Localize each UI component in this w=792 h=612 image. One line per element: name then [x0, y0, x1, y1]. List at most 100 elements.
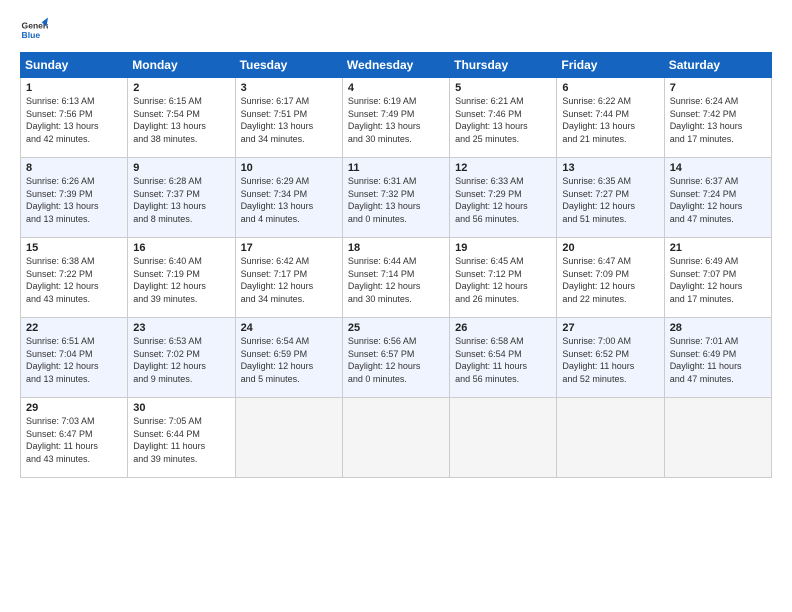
day-number: 22 — [26, 322, 122, 334]
calendar-cell: 27Sunrise: 7:00 AM Sunset: 6:52 PM Dayli… — [557, 318, 664, 398]
day-number: 10 — [241, 162, 337, 174]
day-number: 16 — [133, 242, 229, 254]
day-number: 29 — [26, 402, 122, 414]
day-info: Sunrise: 6:21 AM Sunset: 7:46 PM Dayligh… — [455, 95, 551, 145]
day-number: 24 — [241, 322, 337, 334]
day-number: 26 — [455, 322, 551, 334]
day-number: 3 — [241, 82, 337, 94]
day-info: Sunrise: 6:49 AM Sunset: 7:07 PM Dayligh… — [670, 255, 766, 305]
day-number: 25 — [348, 322, 444, 334]
calendar-cell: 28Sunrise: 7:01 AM Sunset: 6:49 PM Dayli… — [664, 318, 771, 398]
calendar-cell: 14Sunrise: 6:37 AM Sunset: 7:24 PM Dayli… — [664, 158, 771, 238]
calendar-cell — [342, 398, 449, 478]
logo: General Blue — [20, 16, 48, 44]
day-info: Sunrise: 6:29 AM Sunset: 7:34 PM Dayligh… — [241, 175, 337, 225]
day-info: Sunrise: 6:56 AM Sunset: 6:57 PM Dayligh… — [348, 335, 444, 385]
day-number: 14 — [670, 162, 766, 174]
page: General Blue SundayMondayTuesdayWednesda… — [0, 0, 792, 488]
day-number: 2 — [133, 82, 229, 94]
weekday-saturday: Saturday — [664, 53, 771, 78]
calendar-cell: 6Sunrise: 6:22 AM Sunset: 7:44 PM Daylig… — [557, 78, 664, 158]
calendar-cell: 4Sunrise: 6:19 AM Sunset: 7:49 PM Daylig… — [342, 78, 449, 158]
calendar-cell: 24Sunrise: 6:54 AM Sunset: 6:59 PM Dayli… — [235, 318, 342, 398]
day-number: 9 — [133, 162, 229, 174]
day-info: Sunrise: 6:15 AM Sunset: 7:54 PM Dayligh… — [133, 95, 229, 145]
day-info: Sunrise: 6:17 AM Sunset: 7:51 PM Dayligh… — [241, 95, 337, 145]
day-info: Sunrise: 6:58 AM Sunset: 6:54 PM Dayligh… — [455, 335, 551, 385]
day-info: Sunrise: 6:47 AM Sunset: 7:09 PM Dayligh… — [562, 255, 658, 305]
day-info: Sunrise: 6:45 AM Sunset: 7:12 PM Dayligh… — [455, 255, 551, 305]
day-number: 8 — [26, 162, 122, 174]
day-info: Sunrise: 7:01 AM Sunset: 6:49 PM Dayligh… — [670, 335, 766, 385]
day-number: 17 — [241, 242, 337, 254]
day-info: Sunrise: 6:22 AM Sunset: 7:44 PM Dayligh… — [562, 95, 658, 145]
calendar-cell: 25Sunrise: 6:56 AM Sunset: 6:57 PM Dayli… — [342, 318, 449, 398]
weekday-tuesday: Tuesday — [235, 53, 342, 78]
day-info: Sunrise: 7:03 AM Sunset: 6:47 PM Dayligh… — [26, 415, 122, 465]
day-number: 19 — [455, 242, 551, 254]
day-number: 7 — [670, 82, 766, 94]
day-info: Sunrise: 6:13 AM Sunset: 7:56 PM Dayligh… — [26, 95, 122, 145]
header: General Blue — [20, 16, 772, 44]
day-info: Sunrise: 6:51 AM Sunset: 7:04 PM Dayligh… — [26, 335, 122, 385]
day-number: 15 — [26, 242, 122, 254]
calendar-cell: 22Sunrise: 6:51 AM Sunset: 7:04 PM Dayli… — [21, 318, 128, 398]
day-number: 30 — [133, 402, 229, 414]
day-info: Sunrise: 6:31 AM Sunset: 7:32 PM Dayligh… — [348, 175, 444, 225]
calendar-cell: 21Sunrise: 6:49 AM Sunset: 7:07 PM Dayli… — [664, 238, 771, 318]
calendar-cell: 17Sunrise: 6:42 AM Sunset: 7:17 PM Dayli… — [235, 238, 342, 318]
day-number: 5 — [455, 82, 551, 94]
calendar-table: SundayMondayTuesdayWednesdayThursdayFrid… — [20, 52, 772, 478]
calendar-cell: 20Sunrise: 6:47 AM Sunset: 7:09 PM Dayli… — [557, 238, 664, 318]
calendar-cell: 8Sunrise: 6:26 AM Sunset: 7:39 PM Daylig… — [21, 158, 128, 238]
day-number: 1 — [26, 82, 122, 94]
calendar-cell: 23Sunrise: 6:53 AM Sunset: 7:02 PM Dayli… — [128, 318, 235, 398]
day-info: Sunrise: 7:05 AM Sunset: 6:44 PM Dayligh… — [133, 415, 229, 465]
calendar-week-3: 15Sunrise: 6:38 AM Sunset: 7:22 PM Dayli… — [21, 238, 772, 318]
calendar-cell: 18Sunrise: 6:44 AM Sunset: 7:14 PM Dayli… — [342, 238, 449, 318]
calendar-cell: 13Sunrise: 6:35 AM Sunset: 7:27 PM Dayli… — [557, 158, 664, 238]
calendar-cell: 15Sunrise: 6:38 AM Sunset: 7:22 PM Dayli… — [21, 238, 128, 318]
calendar-week-5: 29Sunrise: 7:03 AM Sunset: 6:47 PM Dayli… — [21, 398, 772, 478]
calendar-cell: 5Sunrise: 6:21 AM Sunset: 7:46 PM Daylig… — [450, 78, 557, 158]
calendar-week-1: 1Sunrise: 6:13 AM Sunset: 7:56 PM Daylig… — [21, 78, 772, 158]
day-number: 23 — [133, 322, 229, 334]
day-number: 21 — [670, 242, 766, 254]
day-number: 6 — [562, 82, 658, 94]
weekday-sunday: Sunday — [21, 53, 128, 78]
day-number: 11 — [348, 162, 444, 174]
svg-text:Blue: Blue — [22, 30, 41, 40]
calendar-cell: 9Sunrise: 6:28 AM Sunset: 7:37 PM Daylig… — [128, 158, 235, 238]
calendar-cell — [664, 398, 771, 478]
day-info: Sunrise: 6:40 AM Sunset: 7:19 PM Dayligh… — [133, 255, 229, 305]
calendar-cell: 11Sunrise: 6:31 AM Sunset: 7:32 PM Dayli… — [342, 158, 449, 238]
calendar-week-4: 22Sunrise: 6:51 AM Sunset: 7:04 PM Dayli… — [21, 318, 772, 398]
weekday-header-row: SundayMondayTuesdayWednesdayThursdayFrid… — [21, 53, 772, 78]
weekday-thursday: Thursday — [450, 53, 557, 78]
logo-icon: General Blue — [20, 16, 48, 44]
day-info: Sunrise: 6:42 AM Sunset: 7:17 PM Dayligh… — [241, 255, 337, 305]
day-info: Sunrise: 6:38 AM Sunset: 7:22 PM Dayligh… — [26, 255, 122, 305]
day-number: 12 — [455, 162, 551, 174]
day-number: 20 — [562, 242, 658, 254]
weekday-monday: Monday — [128, 53, 235, 78]
calendar-cell: 12Sunrise: 6:33 AM Sunset: 7:29 PM Dayli… — [450, 158, 557, 238]
calendar-week-2: 8Sunrise: 6:26 AM Sunset: 7:39 PM Daylig… — [21, 158, 772, 238]
weekday-wednesday: Wednesday — [342, 53, 449, 78]
day-info: Sunrise: 6:33 AM Sunset: 7:29 PM Dayligh… — [455, 175, 551, 225]
calendar-cell: 10Sunrise: 6:29 AM Sunset: 7:34 PM Dayli… — [235, 158, 342, 238]
day-number: 4 — [348, 82, 444, 94]
calendar-cell: 2Sunrise: 6:15 AM Sunset: 7:54 PM Daylig… — [128, 78, 235, 158]
calendar-cell — [557, 398, 664, 478]
calendar-cell: 29Sunrise: 7:03 AM Sunset: 6:47 PM Dayli… — [21, 398, 128, 478]
calendar-cell: 3Sunrise: 6:17 AM Sunset: 7:51 PM Daylig… — [235, 78, 342, 158]
calendar-cell: 30Sunrise: 7:05 AM Sunset: 6:44 PM Dayli… — [128, 398, 235, 478]
calendar-cell: 1Sunrise: 6:13 AM Sunset: 7:56 PM Daylig… — [21, 78, 128, 158]
day-number: 13 — [562, 162, 658, 174]
weekday-friday: Friday — [557, 53, 664, 78]
day-info: Sunrise: 6:26 AM Sunset: 7:39 PM Dayligh… — [26, 175, 122, 225]
calendar-cell: 19Sunrise: 6:45 AM Sunset: 7:12 PM Dayli… — [450, 238, 557, 318]
day-info: Sunrise: 7:00 AM Sunset: 6:52 PM Dayligh… — [562, 335, 658, 385]
calendar-cell: 16Sunrise: 6:40 AM Sunset: 7:19 PM Dayli… — [128, 238, 235, 318]
day-info: Sunrise: 6:35 AM Sunset: 7:27 PM Dayligh… — [562, 175, 658, 225]
